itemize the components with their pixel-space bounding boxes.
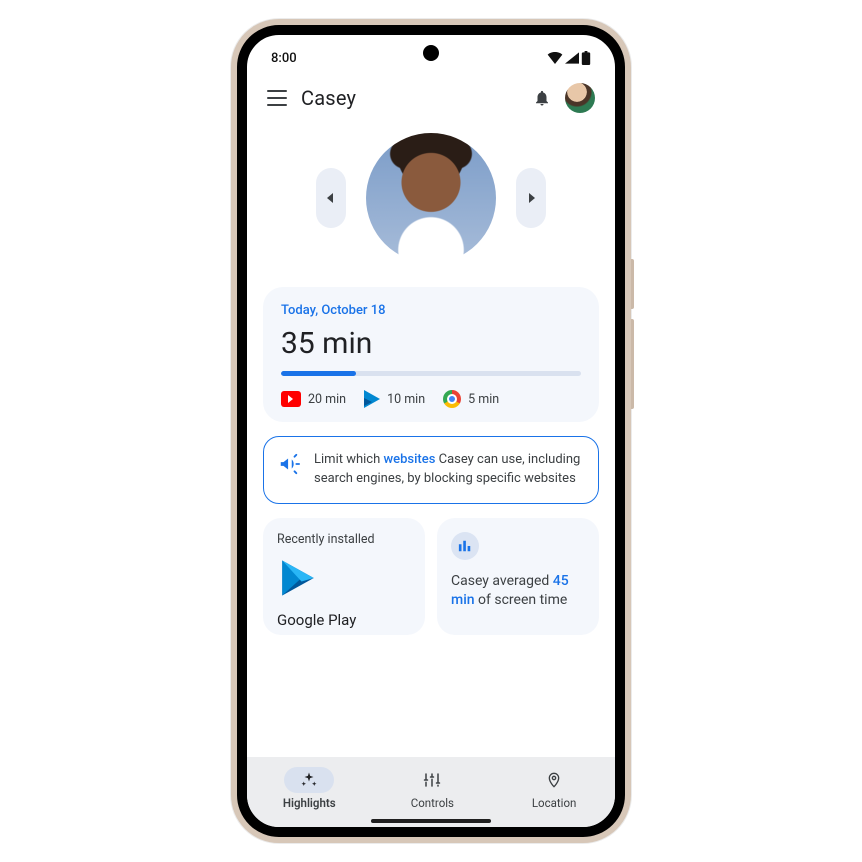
wifi-icon [547, 52, 563, 64]
tip-card[interactable]: Limit which websites Casey can use, incl… [263, 436, 599, 504]
nav-label: Controls [411, 796, 454, 810]
nav-label: Highlights [283, 796, 336, 810]
battery-icon [581, 51, 591, 65]
usage-app-time: 10 min [387, 392, 425, 407]
screen: 8:00 Casey T [237, 25, 625, 837]
bottom-nav: Highlights Controls Location [247, 757, 615, 827]
highlights-icon [300, 771, 318, 789]
chart-icon [451, 532, 479, 560]
play-books-icon [277, 557, 411, 603]
usage-progress-bar [281, 371, 581, 376]
gesture-bar[interactable] [371, 819, 491, 823]
usage-app-youtube: 20 min [281, 391, 346, 407]
volume-button [631, 259, 634, 309]
chrome-icon [443, 390, 461, 408]
signal-icon [565, 52, 579, 64]
usage-date: Today, October 18 [281, 303, 581, 318]
average-card[interactable]: Casey averaged 45 min of screen time [437, 518, 599, 635]
app-bar: Casey [247, 71, 615, 121]
power-button [631, 319, 634, 409]
usage-progress-fill [281, 371, 356, 376]
nav-highlights[interactable]: Highlights [283, 767, 336, 810]
nav-location[interactable]: Location [529, 767, 579, 810]
content-scroll: Today, October 18 35 min 20 min 10 min [247, 121, 615, 757]
chevron-left-icon [327, 193, 335, 203]
youtube-icon [281, 391, 301, 407]
location-icon [546, 771, 562, 789]
tip-text: Limit which websites Casey can use, incl… [314, 451, 582, 489]
status-time: 8:00 [271, 51, 297, 66]
nav-controls[interactable]: Controls [407, 767, 457, 810]
megaphone-icon [278, 453, 300, 475]
usage-card[interactable]: Today, October 18 35 min 20 min 10 min [263, 287, 599, 422]
nav-label: Location [532, 796, 577, 810]
tip-link[interactable]: websites [383, 452, 435, 467]
usage-app-chrome: 5 min [443, 390, 499, 408]
usage-app-breakdown: 20 min 10 min 5 min [281, 390, 581, 408]
hamburger-icon[interactable] [267, 90, 287, 106]
phone-frame: 8:00 Casey T [231, 19, 631, 843]
page-title: Casey [301, 86, 519, 110]
average-text: Casey averaged 45 min of screen time [451, 572, 585, 611]
usage-app-time: 5 min [468, 392, 499, 407]
front-camera [423, 45, 439, 61]
profile-selector [263, 133, 599, 263]
profile-next-button[interactable] [516, 168, 546, 228]
controls-icon [423, 771, 441, 789]
play-books-icon [364, 390, 380, 408]
recently-installed-card[interactable]: Recently installed Google Play [263, 518, 425, 635]
child-avatar[interactable] [366, 133, 496, 263]
usage-total: 35 min [281, 326, 581, 361]
parent-avatar[interactable] [565, 83, 595, 113]
usage-app-time: 20 min [308, 392, 346, 407]
recently-installed-heading: Recently installed [277, 532, 411, 547]
profile-prev-button[interactable] [316, 168, 346, 228]
notifications-icon[interactable] [533, 89, 551, 107]
usage-app-play: 10 min [364, 390, 425, 408]
chevron-right-icon [527, 193, 535, 203]
recently-installed-app: Google Play [277, 611, 411, 629]
